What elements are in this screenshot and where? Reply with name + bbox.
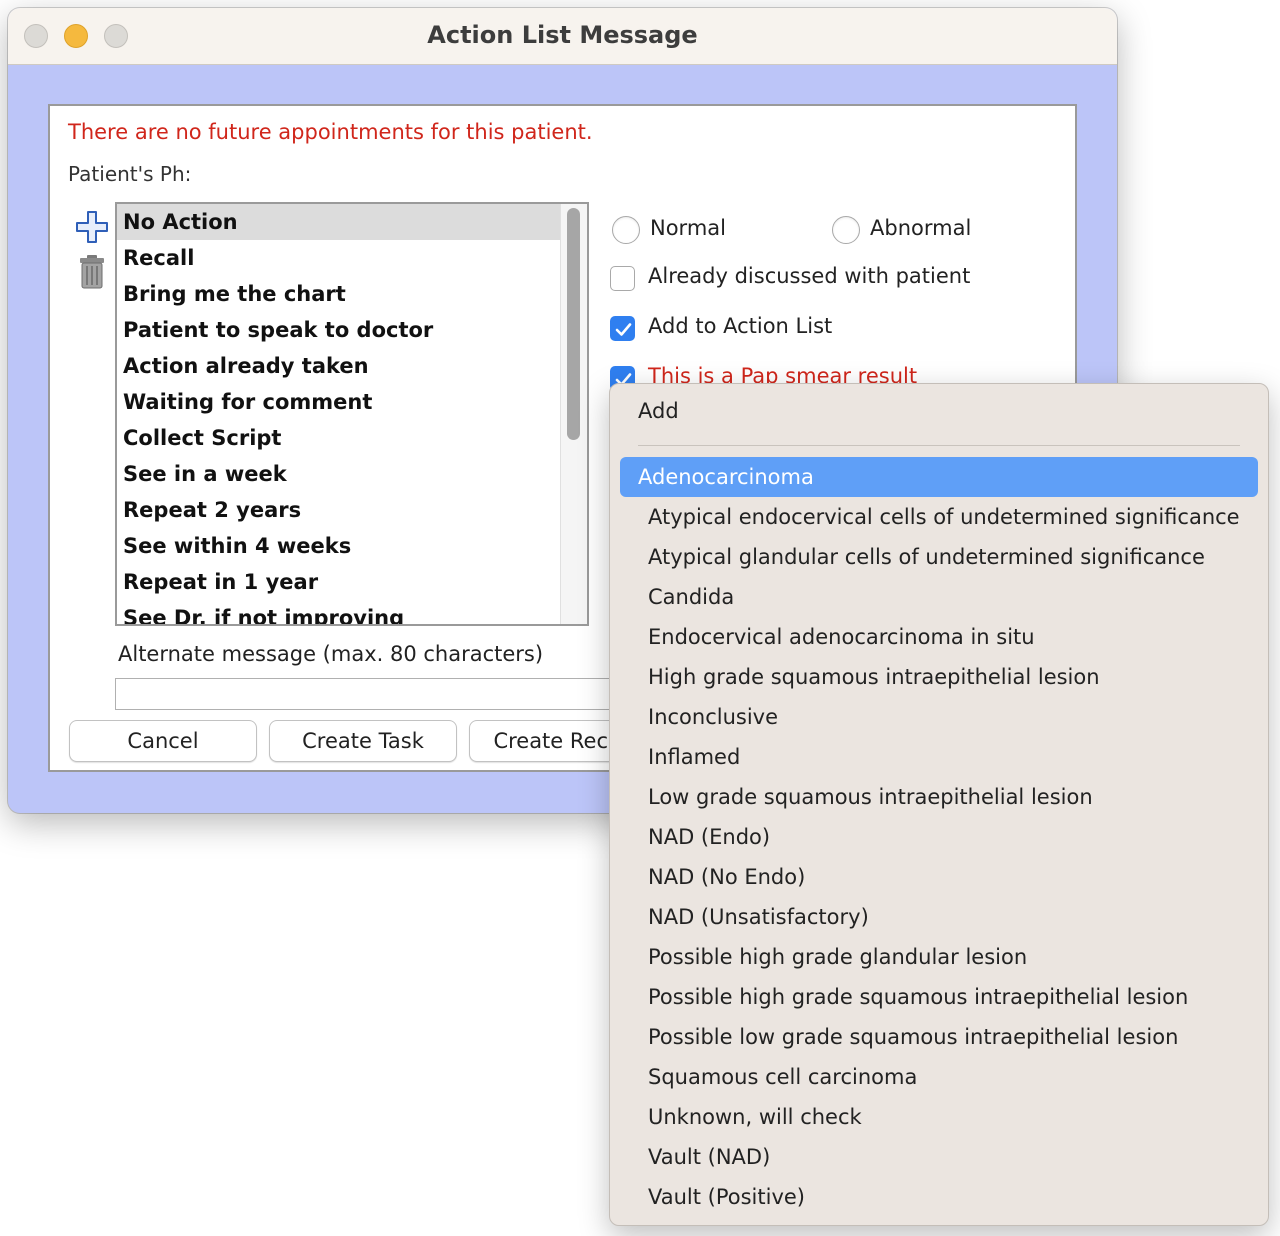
pap-result-menu-item[interactable]: Possible high grade squamous intraepithe… <box>620 977 1258 1017</box>
pap-result-menu-item[interactable]: Possible low grade squamous intraepithel… <box>620 1017 1258 1057</box>
alternate-message-input[interactable] <box>115 678 635 710</box>
action-list-item[interactable]: Recall <box>117 240 563 276</box>
action-list-item[interactable]: Bring me the chart <box>117 276 563 312</box>
title-bar: Action List Message <box>8 8 1117 65</box>
action-list-item[interactable]: See Dr. if not improving <box>117 600 563 624</box>
pap-result-menu-item[interactable]: NAD (Endo) <box>620 817 1258 857</box>
action-list-scrollbar[interactable] <box>560 204 587 624</box>
plus-icon[interactable] <box>75 210 109 244</box>
pap-result-menu-item[interactable]: Possible high grade glandular lesion <box>620 937 1258 977</box>
pap-result-menu-item[interactable]: Inflamed <box>620 737 1258 777</box>
patient-phone-label: Patient's Ph: <box>68 162 192 186</box>
create-task-button[interactable]: Create Task <box>269 720 457 762</box>
checkmark-icon <box>615 323 632 336</box>
action-list-item[interactable]: See in a week <box>117 456 563 492</box>
add-to-action-list-checkbox[interactable] <box>610 316 635 341</box>
action-list-items: No Action Recall Bring me the chart Patient… <box>117 204 563 624</box>
pap-result-menu-item[interactable]: Squamous cell carcinoma <box>620 1057 1258 1097</box>
action-list-item[interactable]: Collect Script <box>117 420 563 456</box>
action-list-item[interactable]: Action already taken <box>117 348 563 384</box>
trash-icon[interactable] <box>78 254 106 290</box>
pap-result-menu-item[interactable]: NAD (No Endo) <box>620 857 1258 897</box>
pap-result-menu-item[interactable]: Vault (Positive) <box>620 1177 1258 1217</box>
action-listbox[interactable]: No Action Recall Bring me the chart Patient… <box>115 202 589 626</box>
action-list-item[interactable]: Repeat in 1 year <box>117 564 563 600</box>
no-appointments-warning: There are no future appointments for thi… <box>68 120 593 144</box>
action-list-item[interactable]: No Action <box>117 204 563 240</box>
action-list-scroll-thumb[interactable] <box>567 208 580 440</box>
pap-result-menu-item[interactable]: Atypical glandular cells of undetermined… <box>620 537 1258 577</box>
normal-radio[interactable] <box>612 216 640 244</box>
pap-result-menu: Add Adenocarcinoma Atypical endocervical … <box>609 383 1269 1226</box>
pap-result-menu-item[interactable]: NAD (Unsatisfactory) <box>620 897 1258 937</box>
pap-result-menu-item[interactable]: Endocervical adenocarcinoma in situ <box>620 617 1258 657</box>
pap-result-menu-item[interactable]: Unknown, will check <box>620 1097 1258 1137</box>
already-discussed-checkbox[interactable] <box>610 266 635 291</box>
alternate-message-label: Alternate message (max. 80 characters) <box>118 642 544 666</box>
pap-result-menu-item[interactable]: Atypical endocervical cells of undetermi… <box>620 497 1258 537</box>
action-list-item[interactable]: Patient to speak to doctor <box>117 312 563 348</box>
pap-result-menu-item[interactable]: High grade squamous intraepithelial lesi… <box>620 657 1258 697</box>
pap-result-menu-item[interactable]: Inconclusive <box>620 697 1258 737</box>
normal-radio-label[interactable]: Normal <box>650 216 726 240</box>
abnormal-radio-label[interactable]: Abnormal <box>870 216 971 240</box>
abnormal-radio[interactable] <box>832 216 860 244</box>
cancel-button[interactable]: Cancel <box>69 720 257 762</box>
pap-result-menu-item[interactable]: Adenocarcinoma <box>620 457 1258 497</box>
pap-result-menu-item[interactable]: Low grade squamous intraepithelial lesio… <box>620 777 1258 817</box>
pap-result-menu-items: Adenocarcinoma Atypical endocervical cell… <box>610 457 1268 1217</box>
action-list-item[interactable]: Repeat 2 years <box>117 492 563 528</box>
add-to-action-list-label[interactable]: Add to Action List <box>648 314 832 338</box>
action-list-item[interactable]: See within 4 weeks <box>117 528 563 564</box>
pap-result-menu-item[interactable]: Vault (NAD) <box>620 1137 1258 1177</box>
pap-result-menu-item[interactable]: Candida <box>620 577 1258 617</box>
window-title: Action List Message <box>427 21 698 49</box>
menu-separator <box>638 445 1240 446</box>
menu-header-add: Add <box>638 399 679 423</box>
action-list-item[interactable]: Waiting for comment <box>117 384 563 420</box>
already-discussed-label[interactable]: Already discussed with patient <box>648 264 970 288</box>
